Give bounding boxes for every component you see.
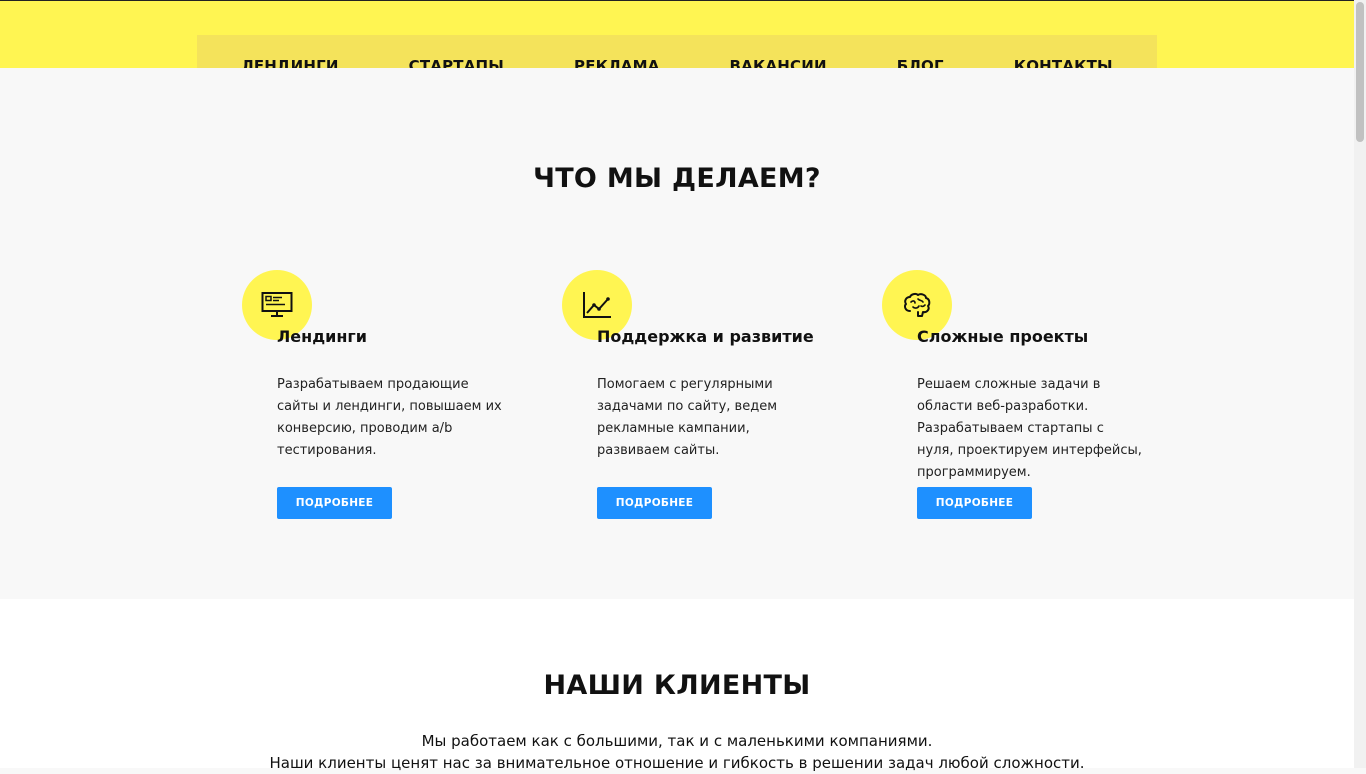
more-button-support[interactable]: ПОДРОБНЕЕ [597,487,712,519]
service-title: Лендинги [277,327,367,346]
scrollbar-thumb[interactable] [1356,2,1364,142]
service-card-landings: Лендинги Разрабатываем продающие сайты и… [242,270,502,530]
clients-heading: НАШИ КЛИЕНТЫ [543,670,811,701]
monitor-icon [261,292,293,317]
more-button-landings[interactable]: ПОДРОБНЕЕ [277,487,392,519]
brain-icon [904,292,931,317]
clients-text-line1: Мы работаем как с большими, так и с мале… [421,732,933,750]
service-title: Поддержка и развитие [597,327,814,346]
service-description: Разрабатываем продающие сайты и лендинги… [277,377,502,458]
service-description: Помогаем с регулярными задачами по сайту… [597,377,778,458]
chart-icon [583,292,611,318]
services-heading: ЧТО МЫ ДЕЛАЕМ? [533,163,821,194]
clients-text-line2: Наши клиенты ценят нас за внимательное о… [269,754,1085,772]
service-title: Сложные проекты [917,327,1089,346]
service-description: Решаем сложные задачи в области веб-разр… [917,377,1142,480]
service-card-complex: Сложные проекты Решаем сложные задачи в … [882,270,1142,530]
page-scrollbar[interactable] [1354,0,1366,768]
service-card-support: Поддержка и развитие Помогаем с регулярн… [562,270,822,530]
more-button-complex[interactable]: ПОДРОБНЕЕ [917,487,1032,519]
